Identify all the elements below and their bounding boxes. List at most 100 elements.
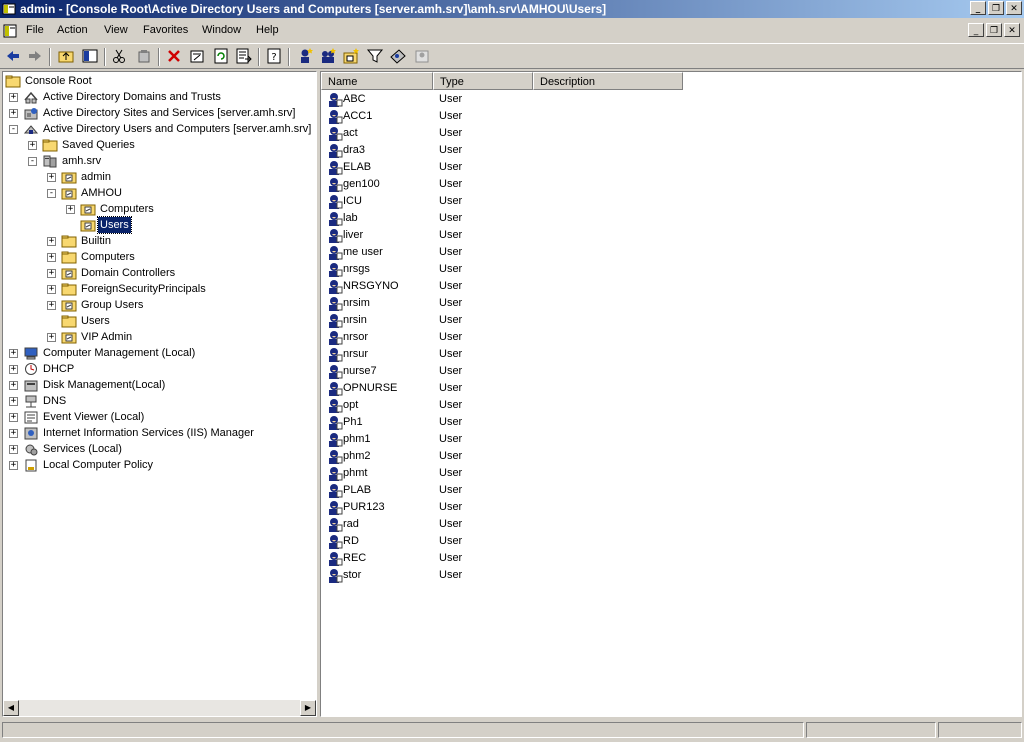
- list-item[interactable]: PLAB User: [321, 482, 1021, 499]
- title-bar[interactable]: admin - [Console Root\Active Directory U…: [0, 0, 1024, 18]
- list-item[interactable]: ELAB User: [321, 159, 1021, 176]
- expand-icon[interactable]: +: [28, 141, 37, 150]
- list-item[interactable]: phm1 User: [321, 431, 1021, 448]
- expand-icon[interactable]: +: [47, 301, 56, 310]
- tree-node-label[interactable]: Active Directory Users and Computers [se…: [41, 121, 313, 137]
- column-header-name[interactable]: Name: [321, 72, 433, 90]
- delete-icon[interactable]: [165, 47, 183, 65]
- tree-node-label[interactable]: Saved Queries: [60, 137, 137, 153]
- tree-node[interactable]: + Event Viewer (Local): [3, 409, 316, 425]
- collapse-icon[interactable]: -: [9, 125, 18, 134]
- tree-node[interactable]: + Internet Information Services (IIS) Man…: [3, 425, 316, 441]
- list-item[interactable]: act User: [321, 125, 1021, 142]
- expand-icon[interactable]: +: [47, 269, 56, 278]
- properties-icon[interactable]: [188, 47, 206, 65]
- console-tree-pane[interactable]: Console Root + Active Directory Domains an…: [2, 71, 317, 717]
- tree-node[interactable]: + Computers: [3, 201, 316, 217]
- list-item[interactable]: opt User: [321, 397, 1021, 414]
- list-item[interactable]: ABC User: [321, 91, 1021, 108]
- tree-node[interactable]: + Builtin: [3, 233, 316, 249]
- tree-node-label[interactable]: Domain Controllers: [79, 265, 177, 281]
- collapse-icon[interactable]: -: [47, 189, 56, 198]
- tree-node[interactable]: + Local Computer Policy: [3, 457, 316, 473]
- menu-file[interactable]: File: [26, 24, 44, 36]
- expand-icon[interactable]: +: [9, 397, 18, 406]
- list-item[interactable]: stor User: [321, 567, 1021, 584]
- menu-help[interactable]: Help: [256, 24, 279, 36]
- help-icon[interactable]: ?: [265, 47, 283, 65]
- tree-node-label[interactable]: Users: [97, 216, 132, 234]
- close-button[interactable]: ✕: [1006, 1, 1022, 15]
- list-item[interactable]: nurse7 User: [321, 363, 1021, 380]
- tree-node[interactable]: + ForeignSecurityPrincipals: [3, 281, 316, 297]
- tree-node-label[interactable]: AMHOU: [79, 185, 124, 201]
- expand-icon[interactable]: +: [47, 333, 56, 342]
- menu-view[interactable]: View: [104, 24, 128, 36]
- forward-icon[interactable]: [26, 47, 44, 65]
- tree-node-label[interactable]: Console Root: [23, 73, 94, 89]
- tree-node-label[interactable]: Group Users: [79, 297, 145, 313]
- show-tree-icon[interactable]: [81, 47, 99, 65]
- tree-node[interactable]: + Active Directory Sites and Services [se…: [3, 105, 316, 121]
- back-icon[interactable]: [4, 47, 22, 65]
- expand-icon[interactable]: +: [47, 285, 56, 294]
- collapse-icon[interactable]: -: [28, 157, 37, 166]
- mdi-restore-button[interactable]: ❐: [986, 23, 1002, 37]
- expand-icon[interactable]: +: [9, 349, 18, 358]
- filter-icon[interactable]: [366, 47, 384, 65]
- list-item[interactable]: nrsin User: [321, 312, 1021, 329]
- list-item[interactable]: NRSGYNO User: [321, 278, 1021, 295]
- tree-node-label[interactable]: ForeignSecurityPrincipals: [79, 281, 208, 297]
- tree-node[interactable]: Users: [3, 313, 316, 329]
- column-header-description[interactable]: Description: [533, 72, 683, 90]
- expand-icon[interactable]: +: [9, 381, 18, 390]
- tree-node[interactable]: + Disk Management(Local): [3, 377, 316, 393]
- expand-icon[interactable]: +: [9, 413, 18, 422]
- mdi-close-button[interactable]: ✕: [1004, 23, 1020, 37]
- expand-icon[interactable]: +: [9, 109, 18, 118]
- list-item[interactable]: nrsgs User: [321, 261, 1021, 278]
- tree-node-label[interactable]: Active Directory Domains and Trusts: [41, 89, 223, 105]
- list-item[interactable]: dra3 User: [321, 142, 1021, 159]
- new-ou-icon[interactable]: [342, 47, 360, 65]
- list-item[interactable]: PUR123 User: [321, 499, 1021, 516]
- expand-icon[interactable]: +: [9, 429, 18, 438]
- tree-node-label[interactable]: Active Directory Sites and Services [ser…: [41, 105, 297, 121]
- tree-node-label[interactable]: admin: [79, 169, 113, 185]
- tree-node-label[interactable]: Internet Information Services (IIS) Mana…: [41, 425, 256, 441]
- expand-icon[interactable]: +: [9, 461, 18, 470]
- tree-node[interactable]: + admin: [3, 169, 316, 185]
- mdi-minimize-button[interactable]: _: [968, 23, 984, 37]
- tree-node-label[interactable]: DHCP: [41, 361, 76, 377]
- menu-favorites[interactable]: Favorites: [143, 24, 188, 36]
- tree-horizontal-scrollbar[interactable]: ◀ ▶: [3, 700, 316, 716]
- tree-node[interactable]: + Saved Queries: [3, 137, 316, 153]
- list-item[interactable]: REC User: [321, 550, 1021, 567]
- tree-node[interactable]: + Domain Controllers: [3, 265, 316, 281]
- tree-node-label[interactable]: Computer Management (Local): [41, 345, 197, 361]
- menu-action[interactable]: Action: [57, 24, 88, 36]
- minimize-button[interactable]: _: [970, 1, 986, 15]
- expand-icon[interactable]: +: [47, 237, 56, 246]
- refresh-icon[interactable]: [212, 47, 230, 65]
- scroll-right-button[interactable]: ▶: [300, 700, 316, 716]
- mmc-doc-icon[interactable]: [3, 24, 17, 38]
- up-folder-icon[interactable]: [57, 47, 75, 65]
- list-item[interactable]: ACC1 User: [321, 108, 1021, 125]
- tree-node[interactable]: + DHCP: [3, 361, 316, 377]
- tree-node[interactable]: Console Root: [3, 73, 316, 89]
- list-item[interactable]: Ph1 User: [321, 414, 1021, 431]
- cut-icon[interactable]: [110, 47, 128, 65]
- list-item[interactable]: RD User: [321, 533, 1021, 550]
- list-item[interactable]: liver User: [321, 227, 1021, 244]
- list-item[interactable]: ICU User: [321, 193, 1021, 210]
- tree-node-label[interactable]: Local Computer Policy: [41, 457, 155, 473]
- tree-node[interactable]: - AMHOU: [3, 185, 316, 201]
- scroll-left-button[interactable]: ◀: [3, 700, 19, 716]
- list-item[interactable]: rad User: [321, 516, 1021, 533]
- list-item[interactable]: nrsor User: [321, 329, 1021, 346]
- restore-button[interactable]: ❐: [988, 1, 1004, 15]
- list-item[interactable]: phmt User: [321, 465, 1021, 482]
- column-header-type[interactable]: Type: [433, 72, 533, 90]
- tree-node-label[interactable]: Users: [79, 313, 112, 329]
